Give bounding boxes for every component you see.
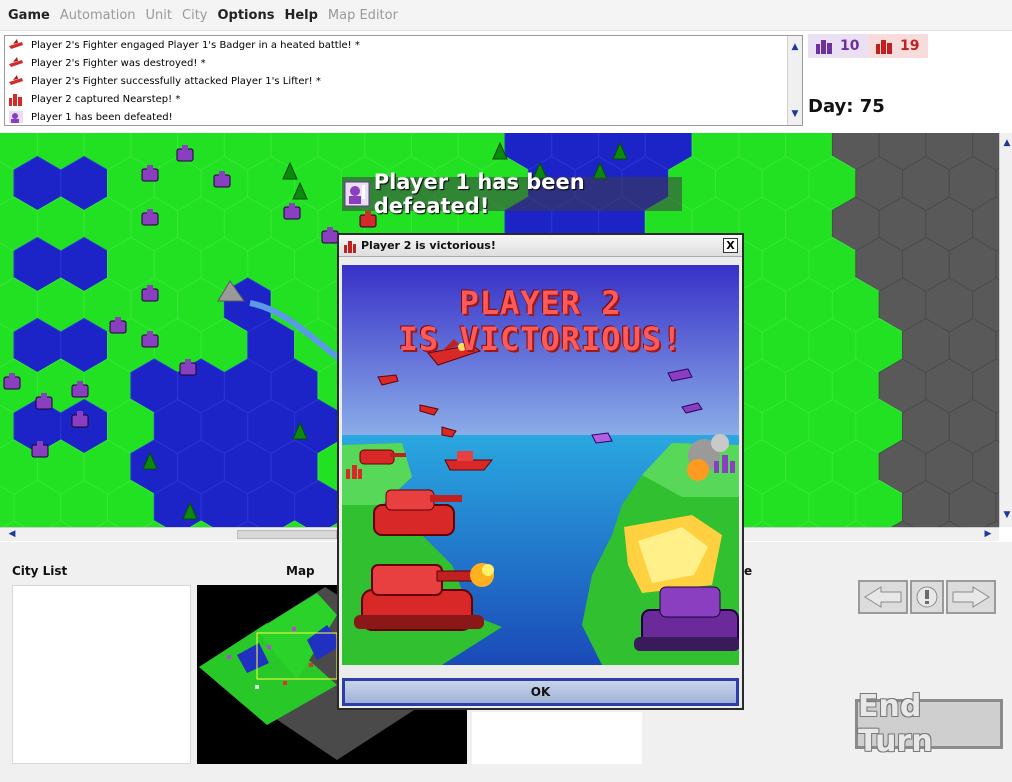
menu-item-options[interactable]: Options bbox=[217, 8, 274, 23]
message-log-scrollbar[interactable]: ▲ ▼ bbox=[787, 36, 802, 125]
scroll-right-arrow-icon[interactable]: ▶ bbox=[982, 528, 994, 540]
previous-unit-button[interactable] bbox=[858, 580, 908, 614]
defeated-player-icon bbox=[344, 181, 370, 207]
fighter-icon bbox=[9, 39, 23, 49]
arrow-right-icon bbox=[952, 586, 990, 608]
fighter-icon bbox=[9, 75, 23, 85]
menu-item-automation: Automation bbox=[59, 7, 136, 23]
log-line-text: Player 2's Fighter successfully attacked… bbox=[31, 75, 321, 87]
player1-score-value: 10 bbox=[840, 38, 860, 54]
defeat-banner-text: Player 1 has been defeated! bbox=[373, 170, 585, 218]
game-window: Game Automation Unit City Options Help Map Edi… bbox=[0, 0, 1012, 782]
menu-item-map-editor: Map Editor bbox=[327, 7, 398, 23]
close-icon[interactable]: X bbox=[723, 238, 738, 253]
player1-city-icon bbox=[816, 40, 832, 54]
scroll-up-arrow-icon[interactable]: ▲ bbox=[789, 41, 801, 53]
map-vertical-scrollbar[interactable]: ▲ ▼ bbox=[999, 133, 1012, 527]
victory-dialog: Player 2 is victorious! X PLAYER 2 IS VI… bbox=[337, 233, 744, 710]
log-line: Player 2's Fighter successfully attacked… bbox=[5, 72, 788, 90]
menu-item-help[interactable]: Help bbox=[284, 8, 317, 23]
arrow-left-icon bbox=[864, 586, 902, 608]
player2-score: 19 bbox=[868, 34, 928, 58]
log-line-text: Player 2's Fighter engaged Player 1's Ba… bbox=[31, 39, 360, 51]
city-list[interactable] bbox=[12, 585, 191, 764]
info-panel bbox=[472, 712, 642, 764]
dialog-title-bar[interactable]: Player 2 is victorious! X bbox=[339, 235, 742, 257]
player2-score-value: 19 bbox=[900, 38, 920, 54]
scroll-left-arrow-icon[interactable]: ◀ bbox=[6, 528, 18, 540]
city-list-title: City List bbox=[12, 564, 68, 578]
fighter-icon bbox=[9, 57, 23, 67]
message-log: Player 2's Fighter engaged Player 1's Ba… bbox=[4, 35, 803, 126]
scroll-down-arrow-icon[interactable]: ▼ bbox=[1001, 509, 1012, 521]
log-line-text: Player 2 captured Nearstep! * bbox=[31, 93, 181, 105]
player2-city-icon bbox=[344, 240, 356, 253]
info-panel-title-partial: e bbox=[744, 564, 753, 578]
center-unit-button[interactable] bbox=[910, 580, 944, 614]
scroll-up-arrow-icon[interactable]: ▲ bbox=[1001, 137, 1012, 149]
defeated-icon bbox=[9, 111, 23, 123]
end-turn-button[interactable]: End Turn bbox=[855, 689, 1003, 759]
city-icon bbox=[9, 94, 22, 106]
ok-button[interactable]: OK bbox=[342, 678, 739, 706]
log-line: Player 1 has been defeated! bbox=[5, 108, 788, 125]
menu-item-game[interactable]: Game bbox=[8, 8, 50, 23]
red-tank-back bbox=[373, 489, 462, 536]
log-line-text: Player 2's Fighter was destroyed! * bbox=[31, 57, 206, 69]
day-counter: Day: 75 bbox=[808, 96, 885, 117]
log-line: Player 2's Fighter engaged Player 1's Ba… bbox=[5, 36, 788, 54]
victory-headline-line2: IS VICTORIOUS! bbox=[398, 320, 683, 358]
player1-score: 10 bbox=[808, 34, 868, 58]
scroll-thumb[interactable] bbox=[237, 530, 337, 539]
scroll-down-arrow-icon[interactable]: ▼ bbox=[789, 108, 801, 120]
victory-headline: PLAYER 2 IS VICTORIOUS! bbox=[342, 285, 739, 357]
alert-icon bbox=[916, 586, 938, 608]
unit-nav-buttons bbox=[858, 580, 998, 614]
menu-item-unit: Unit bbox=[145, 7, 172, 23]
score-panel: 10 19 bbox=[808, 34, 928, 58]
log-line: Player 2's Fighter was destroyed! * bbox=[5, 54, 788, 72]
defeat-banner: Player 1 has been defeated! bbox=[342, 170, 682, 218]
next-unit-button[interactable] bbox=[946, 580, 996, 614]
menu-item-city: City bbox=[182, 7, 208, 23]
menu-bar: Game Automation Unit City Options Help Map Edi… bbox=[0, 0, 1012, 31]
player2-city-icon bbox=[876, 40, 892, 54]
victory-headline-line1: PLAYER 2 bbox=[459, 284, 622, 322]
message-log-lines: Player 2's Fighter engaged Player 1's Ba… bbox=[5, 36, 788, 125]
log-line-text: Player 1 has been defeated! bbox=[31, 111, 173, 123]
victory-illustration: PLAYER 2 IS VICTORIOUS! bbox=[342, 265, 739, 665]
minimap-title: Map bbox=[286, 564, 315, 578]
log-line: Player 2 captured Nearstep! * bbox=[5, 90, 788, 108]
dialog-title: Player 2 is victorious! bbox=[361, 239, 496, 252]
